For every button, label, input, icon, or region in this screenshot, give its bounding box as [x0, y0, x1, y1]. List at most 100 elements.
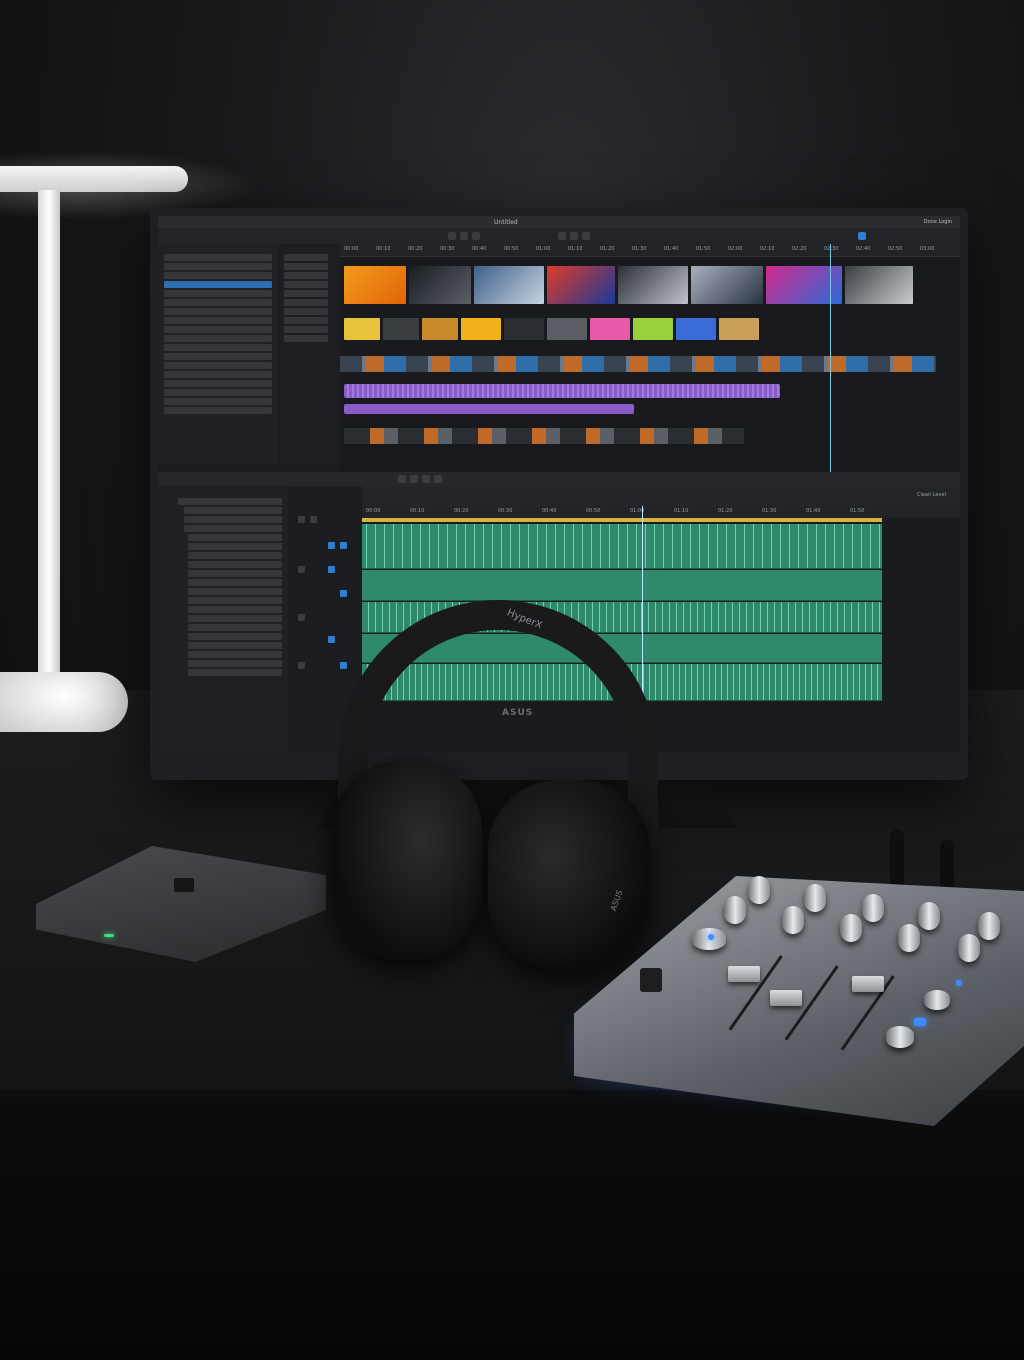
mixer-knob[interactable] — [924, 990, 950, 1010]
video-clip[interactable] — [633, 318, 673, 340]
video-clip[interactable] — [474, 266, 544, 304]
video-clip[interactable] — [409, 266, 471, 304]
tree-row[interactable] — [184, 507, 282, 514]
track-button[interactable] — [298, 566, 305, 573]
tree-row[interactable] — [164, 380, 272, 387]
mixer-knob[interactable] — [748, 876, 770, 904]
toolbar-button[interactable] — [472, 232, 480, 240]
mixer-fader[interactable] — [852, 976, 884, 992]
video-clip[interactable] — [618, 266, 688, 304]
track-button[interactable] — [298, 662, 305, 669]
audio-ruler[interactable]: 00:00 00:10 00:20 00:30 00:40 00:50 01:0… — [362, 506, 960, 518]
toolbar-button[interactable] — [858, 232, 866, 240]
property-row[interactable] — [284, 263, 328, 270]
transport-button[interactable] — [434, 475, 442, 483]
tree-row[interactable] — [164, 344, 272, 351]
video-clip[interactable] — [422, 318, 458, 340]
tree-row[interactable] — [164, 254, 272, 261]
video-clip[interactable] — [845, 266, 913, 304]
tree-row[interactable] — [164, 389, 272, 396]
track-button[interactable] — [298, 614, 305, 621]
toolbar-button[interactable] — [460, 232, 468, 240]
purple-audio-track[interactable] — [344, 384, 780, 398]
solo-button[interactable] — [328, 636, 335, 643]
video-clip[interactable] — [383, 318, 419, 340]
video-clip[interactable] — [547, 318, 587, 340]
mute-button[interactable] — [340, 590, 347, 597]
tree-row[interactable] — [188, 615, 282, 622]
video-clip[interactable] — [676, 318, 716, 340]
video-clip[interactable] — [691, 266, 763, 304]
loop-region-bar[interactable] — [362, 518, 882, 522]
video-clip-strip[interactable] — [340, 356, 936, 372]
tree-row[interactable] — [164, 299, 272, 306]
transport-button[interactable] — [422, 475, 430, 483]
purple-audio-track[interactable] — [344, 404, 634, 414]
solo-button[interactable] — [328, 542, 335, 549]
mixer-knob[interactable] — [918, 902, 940, 930]
property-row[interactable] — [284, 290, 328, 297]
tree-row[interactable] — [164, 362, 272, 369]
mute-button[interactable] — [340, 542, 347, 549]
mixer-knob[interactable] — [978, 912, 1000, 940]
property-row[interactable] — [284, 272, 328, 279]
property-row[interactable] — [284, 308, 328, 315]
audio-track[interactable] — [362, 570, 882, 601]
tree-row[interactable] — [188, 633, 282, 640]
video-clip[interactable] — [590, 318, 630, 340]
mixer-knob[interactable] — [782, 906, 804, 934]
tree-row[interactable] — [188, 588, 282, 595]
video-clip-strip[interactable] — [344, 428, 744, 444]
property-row[interactable] — [284, 335, 328, 342]
mixer-knob[interactable] — [840, 914, 862, 942]
tree-row[interactable] — [188, 579, 282, 586]
mixer-fader[interactable] — [728, 966, 760, 982]
mute-button[interactable] — [340, 662, 347, 669]
tree-row[interactable] — [188, 534, 282, 541]
property-row[interactable] — [284, 317, 328, 324]
video-clip[interactable] — [461, 318, 501, 340]
mixer-fader[interactable] — [770, 990, 802, 1006]
property-row[interactable] — [284, 326, 328, 333]
transport-button[interactable] — [410, 475, 418, 483]
toolbar-button[interactable] — [558, 232, 566, 240]
tree-row[interactable] — [188, 624, 282, 631]
tree-row[interactable] — [188, 561, 282, 568]
tree-row[interactable] — [164, 308, 272, 315]
track-button[interactable] — [298, 516, 305, 523]
tree-row[interactable] — [164, 263, 272, 270]
toolbar-button[interactable] — [582, 232, 590, 240]
mixer-knob[interactable] — [804, 884, 826, 912]
tree-row[interactable] — [188, 552, 282, 559]
play-button[interactable] — [398, 475, 406, 483]
tree-row[interactable] — [164, 326, 272, 333]
tree-row[interactable] — [164, 317, 272, 324]
tree-row[interactable] — [164, 353, 272, 360]
tree-row[interactable] — [188, 651, 282, 658]
tree-row[interactable] — [188, 660, 282, 667]
video-clip[interactable] — [719, 318, 759, 340]
tree-row[interactable] — [164, 398, 272, 405]
toolbar-button[interactable] — [570, 232, 578, 240]
tree-row[interactable] — [164, 272, 272, 279]
tree-row[interactable] — [164, 335, 272, 342]
video-clip[interactable] — [344, 318, 380, 340]
mixer-knob[interactable] — [958, 934, 980, 962]
mixer-knob[interactable] — [724, 896, 746, 924]
tree-row[interactable] — [188, 642, 282, 649]
video-playhead[interactable] — [830, 244, 831, 472]
property-row[interactable] — [284, 281, 328, 288]
solo-button[interactable] — [328, 566, 335, 573]
property-row[interactable] — [284, 299, 328, 306]
video-clip[interactable] — [344, 266, 406, 304]
tree-row[interactable] — [188, 597, 282, 604]
tree-row[interactable] — [164, 290, 272, 297]
mixer-knob[interactable] — [886, 1026, 914, 1048]
tree-row[interactable] — [164, 407, 272, 414]
tree-row[interactable] — [164, 371, 272, 378]
tree-row[interactable] — [188, 570, 282, 577]
toolbar-button[interactable] — [448, 232, 456, 240]
tree-row[interactable] — [178, 498, 282, 505]
tree-row[interactable] — [184, 516, 282, 523]
tree-row-selected[interactable] — [164, 281, 272, 288]
